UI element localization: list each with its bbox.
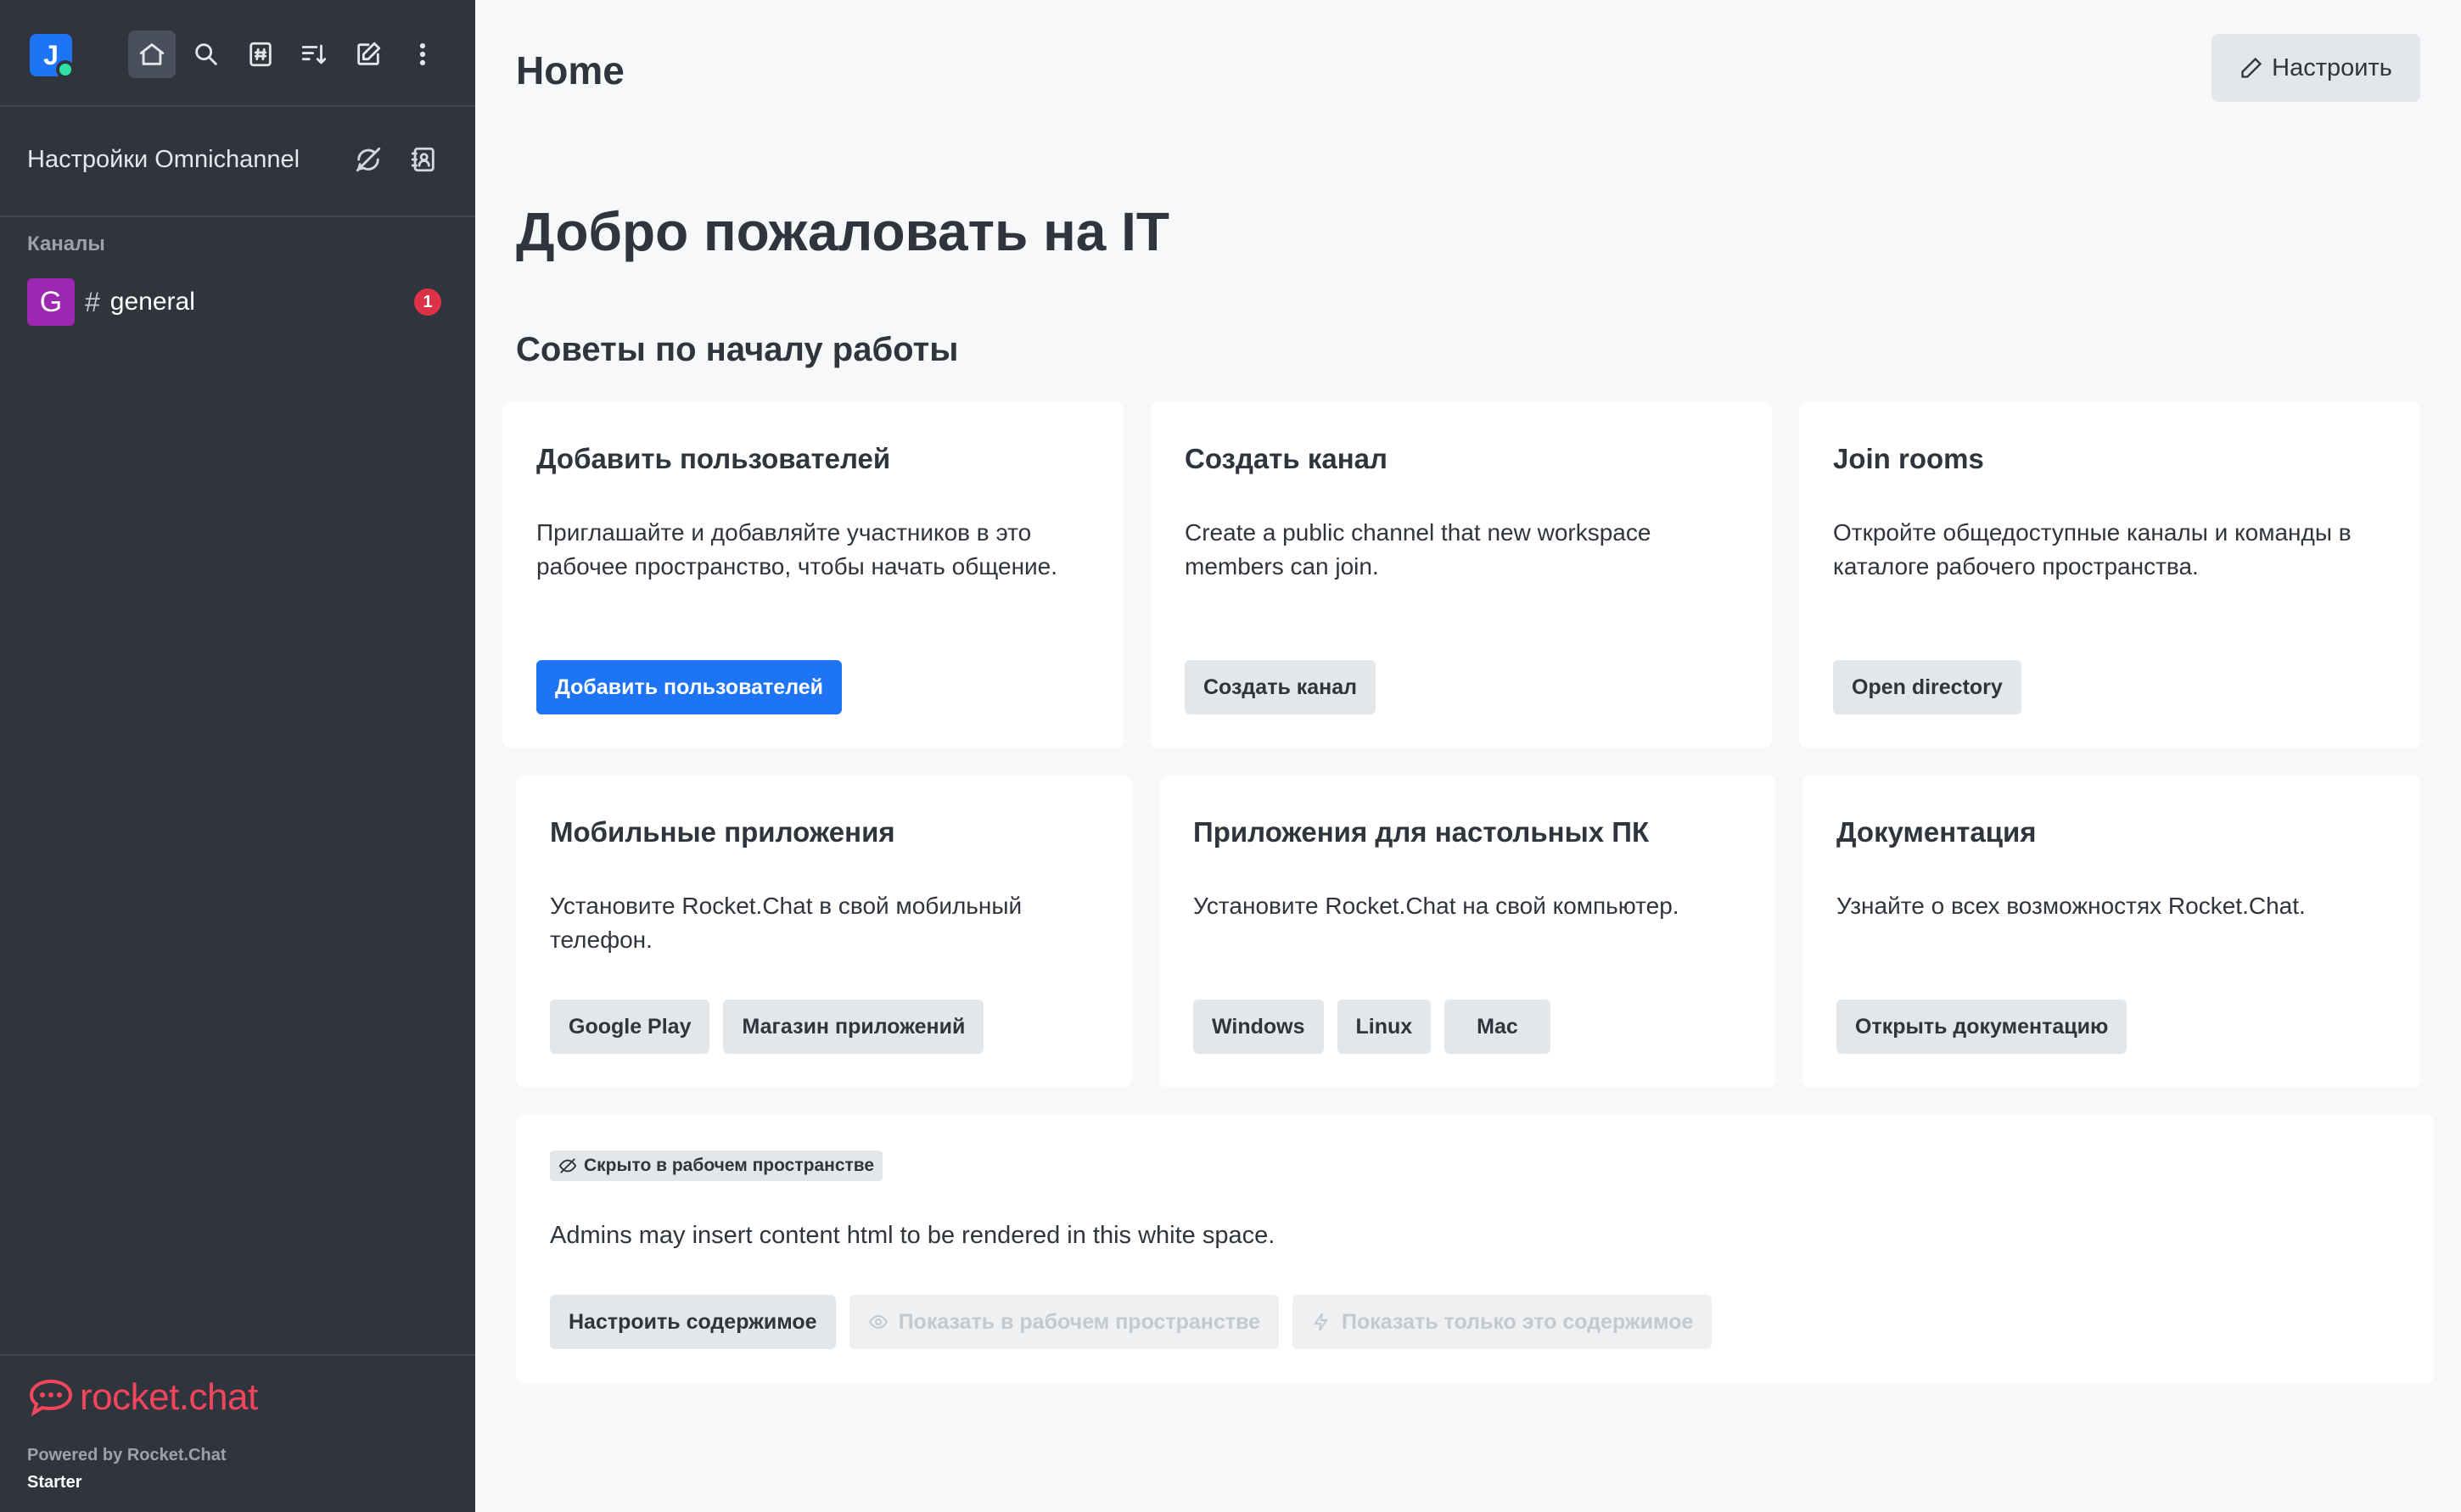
page-title: Home bbox=[516, 48, 625, 92]
open-directory-button[interactable]: Open directory bbox=[1833, 660, 2021, 714]
card-create-channel: Создать канал Create a public channel th… bbox=[1151, 402, 1772, 748]
card-mobile-apps: Мобильные приложения Установите Rocket.C… bbox=[516, 776, 1132, 1088]
linux-button[interactable]: Linux bbox=[1337, 1000, 1432, 1054]
sort-icon bbox=[301, 44, 327, 64]
contact-center-button[interactable] bbox=[405, 141, 442, 178]
tips-heading: Советы по началу работы bbox=[516, 331, 959, 368]
sort-button[interactable] bbox=[290, 31, 338, 78]
sidebar: J Настройки Omnichannel Каналы G # gener… bbox=[0, 0, 475, 1512]
customize-content-button[interactable]: Настроить содержимое bbox=[550, 1295, 836, 1349]
card-body: Приглашайте и добавляйте участников в эт… bbox=[536, 519, 1058, 580]
omnichannel-section: Настройки Omnichannel bbox=[0, 107, 475, 217]
welcome-heading: Добро пожаловать на IT bbox=[516, 201, 1169, 262]
create-new-button[interactable] bbox=[345, 31, 392, 78]
online-status-icon bbox=[56, 60, 75, 79]
card-title: Join rooms bbox=[1833, 443, 1984, 474]
card-title: Добавить пользователей bbox=[536, 443, 891, 474]
card-body: Узнайте о всех возможностях Rocket.Chat. bbox=[1836, 893, 2306, 919]
hidden-tag-label: Скрыто в рабочем пространстве bbox=[584, 1156, 875, 1175]
eye-off-icon bbox=[558, 1158, 577, 1173]
channel-name: general bbox=[109, 288, 195, 316]
card-title: Приложения для настольных ПК bbox=[1193, 816, 1650, 848]
home-main: Home Настроить Добро пожаловать на IT Со… bbox=[475, 0, 2461, 1512]
open-docs-button[interactable]: Открыть документацию bbox=[1836, 1000, 2127, 1054]
unread-badge: 1 bbox=[414, 288, 441, 316]
card-join-rooms: Join rooms Откройте общедоступные каналы… bbox=[1799, 402, 2420, 748]
powered-by-text: Powered by Rocket.Chat bbox=[27, 1446, 227, 1464]
hashtag-icon: # bbox=[85, 286, 100, 317]
app-store-button[interactable]: Магазин приложений bbox=[723, 1000, 984, 1054]
lightning-icon bbox=[1314, 1313, 1328, 1331]
create-channel-button[interactable]: Создать канал bbox=[1185, 660, 1376, 714]
card-desktop-apps: Приложения для настольных ПК Установите … bbox=[1159, 776, 1775, 1088]
channels-section-label: Каналы bbox=[27, 232, 105, 255]
rocketchat-logo: rocket.chat bbox=[27, 1376, 258, 1419]
rocketchat-logo-icon bbox=[29, 1379, 73, 1417]
search-icon bbox=[195, 43, 217, 65]
sidebar-footer: rocket.chat Powered by Rocket.Chat Start… bbox=[0, 1354, 475, 1512]
card-title: Создать канал bbox=[1185, 443, 1387, 474]
custom-content-text: Admins may insert content html to be ren… bbox=[550, 1222, 1275, 1249]
google-play-button[interactable]: Google Play bbox=[550, 1000, 710, 1054]
show-in-workspace-button[interactable]: Показать в рабочем пространстве bbox=[849, 1295, 1280, 1349]
add-users-button[interactable]: Добавить пользователей bbox=[536, 660, 843, 714]
custom-content-card: Скрыто в рабочем пространстве Admins may… bbox=[516, 1115, 2434, 1383]
sidebar-toolbar: J bbox=[0, 0, 475, 107]
card-add-users: Добавить пользователей Приглашайте и доб… bbox=[502, 402, 1124, 748]
home-button[interactable] bbox=[128, 31, 176, 78]
card-body: Откройте общедоступные каналы и команды … bbox=[1833, 519, 2352, 580]
menu-button[interactable] bbox=[399, 31, 446, 78]
plan-text: Starter bbox=[27, 1473, 82, 1492]
hidden-tag: Скрыто в рабочем пространстве bbox=[550, 1151, 883, 1181]
show-only-this-button[interactable]: Показать только это содержимое bbox=[1292, 1295, 1713, 1349]
contact-book-icon bbox=[411, 147, 434, 172]
directory-icon bbox=[249, 42, 272, 67]
pencil-square-icon bbox=[357, 42, 381, 65]
show-in-workspace-label: Показать в рабочем пространстве bbox=[898, 1309, 1261, 1334]
omnichannel-availability-button[interactable] bbox=[350, 141, 387, 178]
channel-avatar: G bbox=[27, 278, 75, 326]
card-body: Установите Rocket.Chat в свой мобильный … bbox=[550, 893, 1023, 953]
windows-button[interactable]: Windows bbox=[1193, 1000, 1324, 1054]
mac-button[interactable]: Mac bbox=[1444, 1000, 1550, 1054]
card-title: Документация bbox=[1836, 816, 2037, 848]
omnichannel-label: Настройки Omnichannel bbox=[27, 146, 300, 173]
card-body: Create a public channel that new workspa… bbox=[1185, 519, 1651, 580]
customize-label: Настроить bbox=[2272, 53, 2392, 81]
home-icon bbox=[139, 43, 165, 65]
sidebar-item-general[interactable]: G # general 1 bbox=[27, 278, 448, 326]
customize-button[interactable]: Настроить bbox=[2212, 34, 2420, 102]
chat-off-icon bbox=[356, 147, 381, 172]
logo-text: rocket.chat bbox=[80, 1376, 258, 1418]
search-button[interactable] bbox=[182, 31, 230, 78]
card-documentation: Документация Узнайте о всех возможностях… bbox=[1802, 776, 2420, 1088]
eye-icon bbox=[868, 1314, 888, 1330]
card-body: Установите Rocket.Chat на свой компьютер… bbox=[1193, 893, 1679, 919]
pencil-icon bbox=[2241, 57, 2262, 78]
directory-button[interactable] bbox=[237, 31, 284, 78]
kebab-menu-icon bbox=[419, 42, 426, 66]
show-only-this-label: Показать только это содержимое bbox=[1342, 1309, 1694, 1334]
card-title: Мобильные приложения bbox=[550, 816, 895, 848]
